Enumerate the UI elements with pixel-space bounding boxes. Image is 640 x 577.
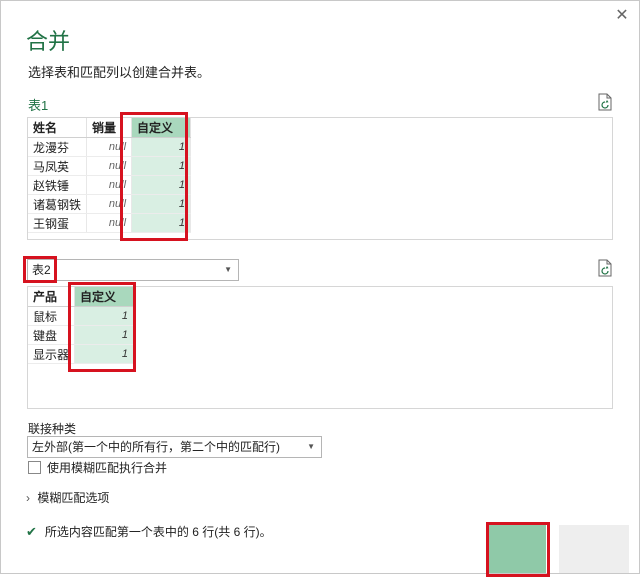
table-row: 键盘 1 [28, 325, 135, 345]
table-row: 鼠标 1 [28, 306, 135, 326]
cell-name: 龙漫芬 [28, 137, 88, 157]
fuzzy-options-toggle[interactable]: › 模糊匹配选项 [26, 489, 109, 506]
chevron-down-icon: ▼ [307, 442, 315, 451]
join-kind-value: 左外部(第一个中的所有行，第二个中的匹配行) [32, 440, 280, 454]
cell-sales: null [86, 156, 133, 176]
table2-select-value: 表2 [32, 263, 51, 277]
cell-product: 键盘 [28, 325, 76, 345]
fuzzy-match-checkbox-label: 使用模糊匹配执行合并 [47, 461, 168, 475]
table1-grid: 姓名 销量 自定义 龙漫芬 null 1 马凤英 null 1 赵铁锤 null… [28, 118, 192, 233]
cell-name: 诸葛钢铁 [28, 194, 88, 214]
table2-grid: 产品 自定义 鼠标 1 键盘 1 显示器 1 [28, 287, 135, 364]
column-header-name[interactable]: 姓名 [28, 118, 88, 138]
chevron-right-icon: › [26, 491, 30, 505]
check-icon: ✔ [26, 523, 37, 539]
chevron-down-icon: ▼ [224, 265, 232, 274]
cell-custom: 1 [131, 156, 192, 176]
cell-name: 马凤英 [28, 156, 88, 176]
join-kind-label: 联接种类 [28, 422, 77, 436]
table1-label: 表1 [28, 98, 49, 113]
cancel-button[interactable] [559, 525, 629, 573]
column-header-sales[interactable]: 销量 [86, 118, 133, 138]
join-kind-select[interactable]: 左外部(第一个中的所有行，第二个中的匹配行) ▼ [27, 436, 322, 458]
cell-custom: 1 [74, 325, 135, 345]
cell-sales: null [86, 175, 133, 195]
table-row: 诸葛钢铁 null 1 [28, 194, 192, 214]
cell-name: 赵铁锤 [28, 175, 88, 195]
cell-custom: 1 [74, 306, 135, 326]
table-row: 显示器 1 [28, 344, 135, 364]
table-row: 马凤英 null 1 [28, 156, 192, 176]
table2-select[interactable]: 表2 ▼ [27, 259, 239, 281]
cell-product: 显示器 [28, 344, 76, 364]
cell-custom: 1 [131, 194, 192, 214]
cell-sales: null [86, 137, 133, 157]
cell-name: 王钢蛋 [28, 213, 88, 233]
match-status: ✔ 所选内容匹配第一个表中的 6 行(共 6 行)。 [26, 523, 272, 540]
table-row: 王钢蛋 null 1 [28, 213, 192, 233]
fuzzy-match-checkbox-row[interactable]: 使用模糊匹配执行合并 [28, 459, 167, 476]
cell-custom: 1 [131, 213, 192, 233]
fuzzy-options-label: 模糊匹配选项 [37, 491, 110, 505]
column-header-custom[interactable]: 自定义 [74, 287, 135, 307]
cell-custom: 1 [131, 137, 192, 157]
refresh-preview-icon[interactable] [597, 259, 613, 277]
cell-sales: null [86, 213, 133, 233]
dialog-title: 合并 [26, 29, 71, 54]
cell-custom: 1 [74, 344, 135, 364]
cell-product: 鼠标 [28, 306, 76, 326]
fuzzy-match-checkbox[interactable] [28, 461, 41, 474]
table-row: 赵铁锤 null 1 [28, 175, 192, 195]
table2-preview: 产品 自定义 鼠标 1 键盘 1 显示器 1 [27, 286, 613, 409]
table1-preview: 姓名 销量 自定义 龙漫芬 null 1 马凤英 null 1 赵铁锤 null… [27, 117, 613, 240]
column-header-custom[interactable]: 自定义 [131, 118, 192, 138]
table-row: 龙漫芬 null 1 [28, 137, 192, 157]
dialog-description: 选择表和匹配列以创建合并表。 [28, 65, 211, 80]
ok-button[interactable] [489, 525, 546, 573]
column-header-product[interactable]: 产品 [28, 287, 76, 307]
match-status-text: 所选内容匹配第一个表中的 6 行(共 6 行)。 [44, 525, 272, 539]
cell-custom: 1 [131, 175, 192, 195]
cell-sales: null [86, 194, 133, 214]
refresh-preview-icon[interactable] [597, 93, 613, 111]
close-icon[interactable]: ✕ [612, 6, 632, 26]
